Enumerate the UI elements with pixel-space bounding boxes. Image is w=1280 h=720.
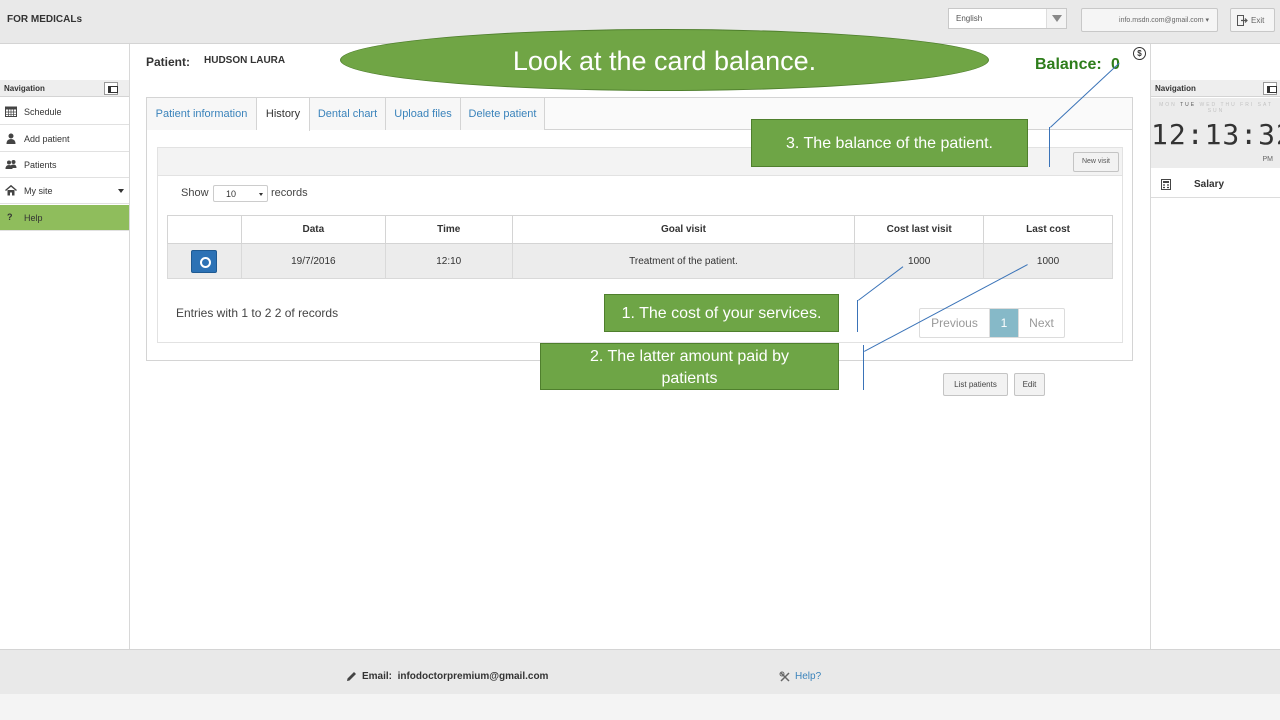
help-tools-icon	[779, 671, 790, 682]
pencil-icon	[347, 672, 356, 681]
cost-last-visit-cell: 1000	[854, 243, 985, 279]
sidebar-item-schedule[interactable]: Schedule	[0, 99, 129, 125]
sidebar-item-label: Add patient	[24, 134, 70, 144]
left-nav-header: Navigation	[0, 80, 129, 97]
sidebar-item-my-site[interactable]: My site	[0, 178, 129, 204]
dollar-coin-icon: $	[1133, 47, 1146, 60]
bottom-strip	[0, 694, 1280, 720]
table-row: 19/7/2016 12:10 Treatment of the patient…	[167, 243, 1113, 279]
callout-line	[857, 300, 858, 332]
row-action-cell	[167, 243, 242, 279]
clock-day: MON	[1159, 102, 1177, 108]
callout-line	[863, 345, 864, 390]
current-page-button[interactable]: 1	[990, 309, 1018, 337]
pagination: Previous 1 Next	[919, 308, 1065, 338]
view-visit-button[interactable]	[191, 250, 218, 273]
clock-day: SAT	[1257, 102, 1273, 108]
column-header[interactable]: Cost last visit	[854, 215, 985, 244]
exit-icon	[1237, 15, 1248, 26]
caret-down-icon	[259, 193, 263, 196]
right-nav-title: Navigation	[1155, 84, 1196, 93]
clock-ampm: PM	[1262, 156, 1274, 163]
list-patients-button[interactable]: List patients	[943, 373, 1008, 396]
right-sidebar: Navigation MON TUE WED THU FRI SAT SUN 1…	[1150, 44, 1280, 649]
exit-label: Exit	[1251, 16, 1265, 25]
footer-email-label: Email:	[362, 671, 393, 682]
goal-cell: Treatment of the patient.	[511, 243, 856, 279]
patient-name: HUDSON LAURA	[204, 55, 286, 66]
history-table: Data Time Goal visit Cost last visit Las…	[167, 215, 1113, 279]
sidebar-item-label: Help	[24, 213, 43, 223]
column-header[interactable]: Data	[240, 215, 386, 244]
calculator-icon	[1161, 179, 1171, 190]
user-icon	[6, 133, 16, 144]
sidebar-item-label: Patients	[24, 160, 57, 170]
tab-history[interactable]: History	[257, 98, 310, 131]
footer-help-link[interactable]: Help?	[795, 671, 821, 682]
language-value: English	[956, 14, 983, 23]
edit-button[interactable]: Edit	[1014, 373, 1045, 396]
users-icon	[5, 160, 17, 169]
clock-day: FRI	[1240, 102, 1255, 108]
new-visit-button[interactable]: New visit	[1073, 152, 1119, 172]
footer: Email: infodoctorpremium@gmail.com Help?	[0, 649, 1280, 694]
tab-patient-information[interactable]: Patient information	[147, 98, 257, 130]
column-header[interactable]: Time	[384, 215, 513, 244]
callout-line	[1049, 127, 1050, 167]
sidebar-item-label: Schedule	[24, 107, 62, 117]
clock-weekdays: MON TUE WED THU FRI SAT SUN	[1151, 102, 1280, 114]
previous-page-button[interactable]: Previous	[920, 309, 990, 337]
left-nav-title: Navigation	[4, 84, 45, 93]
next-page-button[interactable]: Next	[1018, 309, 1064, 337]
footer-email-address[interactable]: infodoctorpremium@gmail.com	[398, 671, 549, 682]
chevron-down-icon[interactable]	[1046, 9, 1066, 28]
entries-info: Entries with 1 to 2 2 of records	[176, 306, 339, 320]
sidebar-item-add-patient[interactable]: Add patient	[0, 126, 129, 152]
records-label: records	[271, 187, 308, 199]
sidebar-item-help[interactable]: ? Help	[0, 205, 129, 231]
balance-label: Balance:	[1035, 56, 1102, 73]
sidebar-item-salary[interactable]: Salary	[1151, 170, 1280, 198]
clock-day-active: TUE	[1180, 102, 1197, 108]
time-cell: 12:10	[384, 243, 513, 279]
home-icon	[5, 185, 17, 196]
tab-upload-files[interactable]: Upload files	[386, 98, 461, 130]
digital-clock: MON TUE WED THU FRI SAT SUN 12:13:32 PM	[1151, 98, 1280, 168]
caret-down-icon	[118, 189, 124, 193]
table-header-row: Data Time Goal visit Cost last visit Las…	[167, 215, 1113, 244]
last-cost-cell: 1000	[983, 243, 1113, 279]
page-size-value: 10	[226, 189, 237, 199]
left-sidebar: Navigation Schedule Add patient Patients	[0, 44, 130, 649]
sidebar-toggle-icon[interactable]	[104, 82, 118, 95]
annotation-title: Look at the card balance.	[340, 29, 989, 91]
column-header	[167, 215, 242, 244]
salary-label: Salary	[1194, 179, 1225, 190]
right-nav-header: Navigation	[1151, 80, 1280, 97]
callout-cost: 1. The cost of your services.	[604, 294, 839, 332]
patient-label: Patient:	[146, 55, 191, 69]
clock-day: SUN	[1207, 108, 1225, 114]
exit-button[interactable]: Exit	[1230, 8, 1275, 32]
tab-delete-patient[interactable]: Delete patient	[461, 98, 545, 130]
brand-logo: FOR MEDICALs	[7, 14, 82, 25]
account-dropdown[interactable]: info.msdn.com@gmail.com ▾	[1081, 8, 1218, 32]
clock-time: 12:13:32	[1151, 118, 1280, 151]
footer-email: Email: infodoctorpremium@gmail.com	[362, 671, 548, 682]
date-cell: 19/7/2016	[240, 243, 386, 279]
column-header[interactable]: Last cost	[983, 215, 1113, 244]
callout-last-cost: 2. The latter amount paid by patients	[540, 343, 839, 390]
sidebar-item-patients[interactable]: Patients	[0, 152, 129, 178]
page-size-select[interactable]: 10	[213, 185, 268, 202]
sidebar-toggle-icon[interactable]	[1263, 82, 1277, 95]
sidebar-item-label: My site	[24, 186, 53, 196]
language-select[interactable]: English	[948, 8, 1067, 29]
account-email: info.msdn.com@gmail.com ▾	[1119, 17, 1209, 24]
question-icon: ?	[7, 212, 13, 222]
calendar-icon	[5, 106, 17, 117]
tab-dental-chart[interactable]: Dental chart	[310, 98, 386, 130]
callout-balance: 3. The balance of the patient.	[751, 119, 1028, 167]
column-header[interactable]: Goal visit	[511, 215, 856, 244]
show-label: Show	[181, 187, 209, 199]
